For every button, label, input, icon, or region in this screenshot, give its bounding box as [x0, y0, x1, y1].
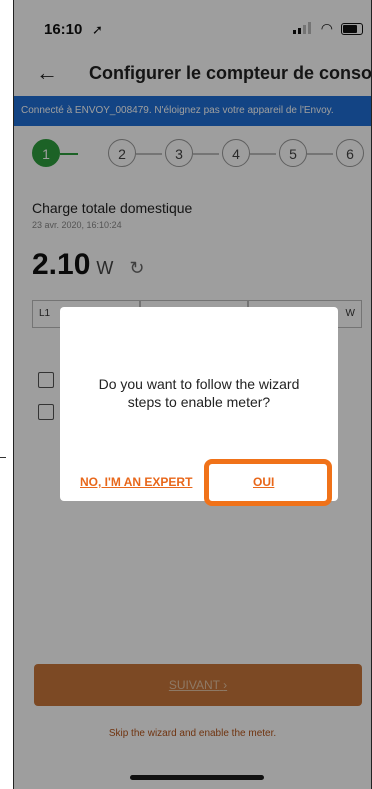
dialog-message: Do you want to follow the wizard steps t… [98, 376, 300, 410]
edge-mark [0, 457, 6, 458]
yes-button-highlight [204, 459, 332, 506]
home-indicator[interactable] [130, 775, 264, 780]
expert-button[interactable]: NO, I'M AN EXPERT [80, 475, 192, 489]
phone-screen: 16:10 ➚ ◠ ← Configurer le compteur de co… [13, 0, 372, 789]
